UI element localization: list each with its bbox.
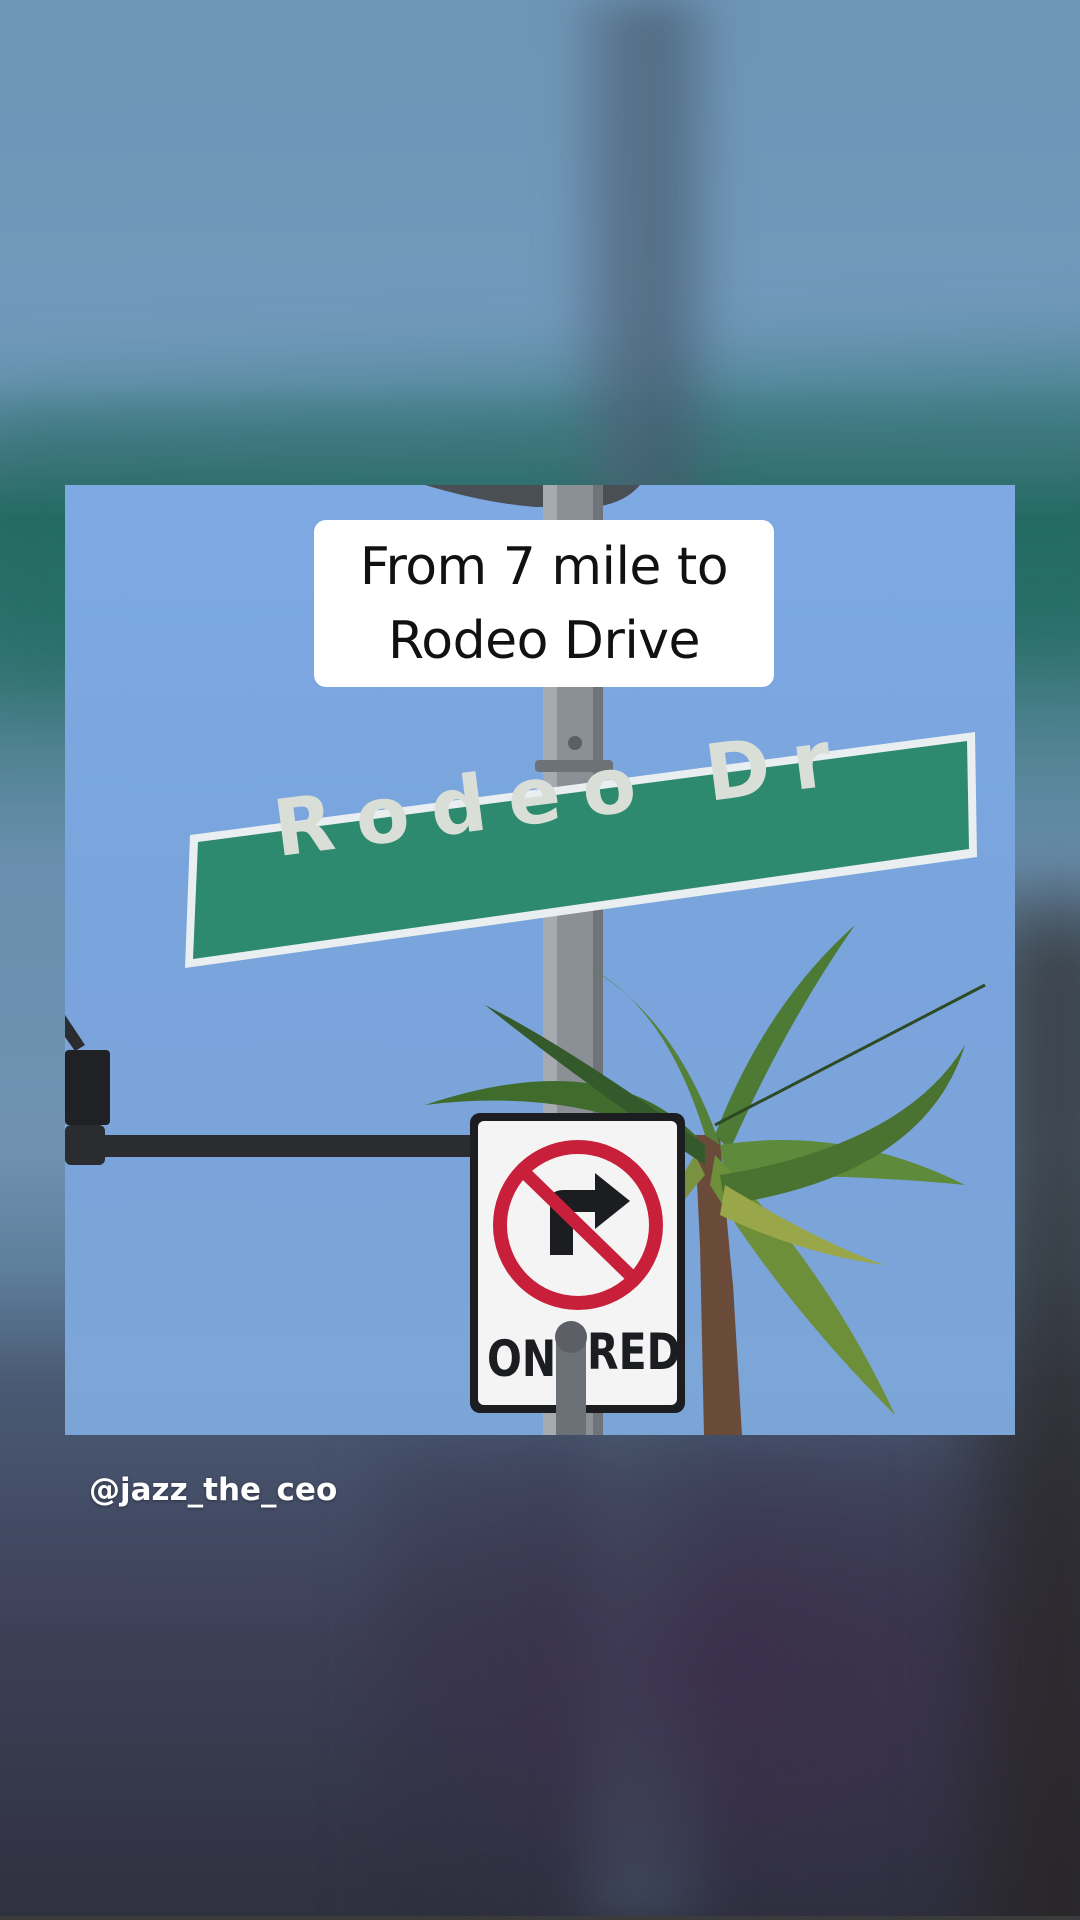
lamp-arm (425, 485, 640, 507)
regulatory-sign-text-left: ON (487, 1330, 557, 1388)
bottom-progress-bar (0, 1916, 1080, 1920)
caption-overlay: From 7 mile to Rodeo Drive (314, 520, 774, 687)
background-dark-blur (380, 1440, 1080, 1920)
caption-text: From 7 mile to Rodeo Drive (359, 536, 729, 671)
author-username[interactable]: @jazz_the_ceo (89, 1472, 337, 1508)
signal-arm (65, 1015, 475, 1165)
regulatory-sign-text-right: RED (587, 1323, 681, 1381)
